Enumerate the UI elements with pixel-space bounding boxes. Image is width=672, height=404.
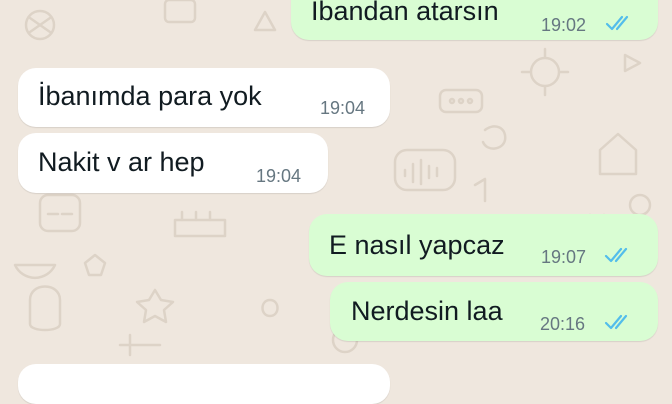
double-check-icon <box>605 15 629 31</box>
message-bubble-outgoing[interactable]: İbandan atarsın 19:02 <box>291 0 658 40</box>
message-text: İbanımda para yok <box>38 81 262 111</box>
message-bubble-outgoing[interactable]: Nerdesin laa 20:16 <box>330 282 658 341</box>
message-bubble-incoming[interactable]: İbanımda para yok 19:04 <box>18 68 390 127</box>
message-bubble-outgoing[interactable]: E nasıl yapcaz 19:07 <box>309 214 658 276</box>
double-check-icon <box>604 314 628 330</box>
message-time: 19:02 <box>541 15 587 35</box>
message-text: E nasıl yapcaz <box>329 230 505 260</box>
message-text: Nakit v ar hep <box>38 147 205 177</box>
message-text: İbandan atarsın <box>311 0 499 26</box>
message-time: 19:04 <box>256 166 302 186</box>
message-text: Nerdesin laa <box>351 296 503 326</box>
message-time: 19:04 <box>320 98 366 118</box>
double-check-icon <box>604 247 628 263</box>
message-bubble-incoming[interactable]: Nakit v ar hep 19:04 <box>18 133 328 193</box>
message-bubble-incoming-partial[interactable] <box>18 364 390 404</box>
message-time: 19:07 <box>541 247 587 267</box>
message-time: 20:16 <box>540 314 586 334</box>
